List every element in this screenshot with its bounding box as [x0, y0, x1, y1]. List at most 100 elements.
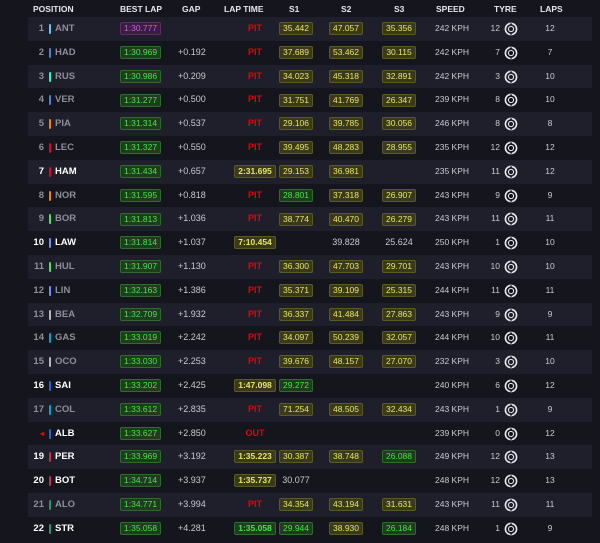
driver-row[interactable]: 9 BOR 1:31.813 +1.036 PIT 38.774 40.470 26.279 2…: [28, 207, 592, 232]
sector-time: 39.785: [329, 117, 363, 131]
team-color-bar: [49, 285, 51, 296]
laps: 7: [547, 46, 553, 57]
tyre-age: 11: [491, 498, 500, 509]
driver-code[interactable]: ALO: [55, 493, 75, 517]
laps: 10: [545, 260, 555, 271]
driver-row[interactable]: 4 VER 1:31.277 +0.500 PIT 31.751 41.769 26.347 2…: [28, 88, 592, 113]
driver-code[interactable]: PER: [55, 445, 75, 469]
driver-row[interactable]: 8 NOR 1:31.595 +0.818 PIT 28.801 37.318 26.907 2…: [28, 183, 592, 208]
col-laps[interactable]: LAPS: [540, 4, 563, 14]
medium-tyre-icon: [504, 450, 518, 464]
driver-code[interactable]: VER: [55, 88, 75, 112]
driver-row[interactable]: 2 HAD 1:30.969 +0.192 PIT 37.689 53.462 30.115 2…: [28, 40, 592, 65]
col-s3[interactable]: S3: [394, 4, 404, 14]
gap: +3.192: [178, 451, 206, 462]
col-s1[interactable]: S1: [289, 4, 299, 14]
driver-row[interactable]: 16 SAI 1:33.202 +2.425 1:47.098 29.272 240 KPH…: [28, 373, 592, 398]
sector-time: 26.184: [382, 521, 416, 535]
col-lap-time[interactable]: LAP TIME: [224, 4, 264, 14]
col-s2[interactable]: S2: [341, 4, 351, 14]
driver-row[interactable]: 21 ALO 1:34.771 +3.994 PIT 34.354 43.194 31.631…: [28, 492, 592, 517]
driver-code[interactable]: OCO: [55, 350, 77, 374]
driver-row[interactable]: 22 STR 1:35.058 +4.281 1:35.058 29.944 38.930 2…: [28, 516, 592, 541]
driver-code[interactable]: HAM: [55, 160, 77, 184]
best-lap: 1:31.907: [120, 260, 162, 274]
driver-row[interactable]: 13 BEA 1:32.709 +1.932 PIT 36.337 41.484 27.863…: [28, 302, 592, 327]
driver-row[interactable]: 3 RUS 1:30.986 +0.209 PIT 34.023 45.318 32.891 2…: [28, 64, 592, 89]
driver-code[interactable]: PIA: [55, 112, 71, 136]
medium-tyre-icon: [504, 522, 518, 536]
driver-code[interactable]: BEA: [55, 303, 75, 327]
position: ◂: [39, 428, 44, 438]
position: 11: [33, 260, 44, 272]
driver-code[interactable]: STR: [55, 517, 74, 541]
driver-code[interactable]: HAD: [55, 41, 76, 65]
best-lap: 1:33.019: [120, 331, 162, 345]
driver-row[interactable]: 17 COL 1:33.612 +2.835 PIT 71.254 48.505 32.434…: [28, 397, 592, 422]
col-best-lap[interactable]: BEST LAP: [120, 4, 162, 14]
medium-tyre-icon: [504, 284, 518, 298]
team-color-bar: [49, 523, 51, 534]
col-position[interactable]: POSITION: [33, 4, 74, 14]
best-lap: 1:33.627: [120, 426, 162, 440]
sector-time: 25.315: [382, 283, 416, 297]
sector-time: 32.891: [382, 69, 416, 83]
driver-row[interactable]: 20 BOT 1:34.714 +3.937 1:35.737 30.077 248 KPH…: [28, 469, 592, 493]
laps: 12: [545, 165, 555, 176]
laps: 12: [545, 427, 555, 438]
sector-time: 29.944: [279, 521, 313, 535]
best-lap: 1:31.277: [120, 93, 162, 107]
driver-code[interactable]: COL: [55, 398, 75, 422]
driver-code[interactable]: LEC: [55, 136, 74, 160]
driver-row[interactable]: 10 LAW 1:31.814 +1.037 7:10.454 39.828 25.624 2…: [28, 231, 592, 255]
speed: 235 KPH: [435, 165, 470, 176]
col-speed[interactable]: SPEED: [436, 4, 465, 14]
gap: +0.657: [178, 165, 206, 176]
driver-row[interactable]: ◂ ALB 1:33.627 +2.850 OUT 239 KPH 0 12: [28, 421, 592, 446]
driver-row[interactable]: 5 PIA 1:31.314 +0.537 PIT 29.106 39.785 30.056 2…: [28, 112, 592, 136]
driver-row[interactable]: 19 PER 1:33.969 +3.192 1:35.223 30.387 38.748 2…: [28, 445, 592, 470]
best-lap: 1:31.813: [120, 212, 162, 226]
laps: 9: [547, 308, 553, 319]
medium-tyre-icon: [504, 308, 518, 322]
driver-code[interactable]: BOT: [55, 469, 75, 493]
sector-time: 32.434: [382, 402, 416, 416]
sector-time: 47.057: [329, 22, 363, 36]
sector-time: 26.907: [382, 188, 416, 202]
col-gap[interactable]: GAP: [182, 4, 200, 14]
driver-code[interactable]: LIN: [55, 279, 70, 303]
driver-row[interactable]: 11 HUL 1:31.907 +1.130 PIT 36.300 47.703 29.701…: [28, 254, 592, 279]
team-color-bar: [49, 357, 51, 368]
driver-code[interactable]: HUL: [55, 255, 75, 279]
driver-row[interactable]: 12 LIN 1:32.163 +1.386 PIT 35.371 39.109 25.315…: [28, 278, 592, 303]
speed: 242 KPH: [435, 70, 470, 81]
driver-code[interactable]: SAI: [55, 374, 71, 398]
driver-row[interactable]: 7 HAM 1:31.434 +0.657 2:31.695 29.153 36.981 23…: [28, 159, 592, 184]
laps: 10: [545, 70, 555, 81]
col-tyre[interactable]: TYRE: [494, 4, 517, 14]
position: 12: [33, 284, 44, 296]
driver-row[interactable]: 6 LEC 1:31.327 +0.550 PIT 39.495 48.283 28.955 2…: [28, 135, 592, 160]
laps: 8: [547, 118, 553, 129]
team-color-bar: [49, 190, 51, 201]
driver-code[interactable]: LAW: [55, 231, 76, 255]
gap: +3.994: [178, 498, 206, 509]
driver-code[interactable]: NOR: [55, 184, 76, 208]
driver-code[interactable]: ANT: [55, 17, 75, 41]
driver-row[interactable]: 14 GAS 1:33.019 +2.242 PIT 34.097 50.239 32.057…: [28, 326, 592, 351]
best-lap: 1:33.969: [120, 450, 162, 464]
sector-time: 36.300: [279, 260, 313, 274]
team-color-bar: [49, 47, 51, 58]
driver-code[interactable]: ALB: [55, 422, 75, 446]
tyre-age: 7: [495, 46, 500, 57]
gap: +1.037: [178, 237, 206, 248]
driver-row[interactable]: 1 ANT 1:30.777 PIT 35.442 47.057 35.356 242 KPH…: [28, 17, 592, 41]
position: 9: [38, 213, 44, 225]
driver-code[interactable]: GAS: [55, 326, 76, 350]
driver-code[interactable]: RUS: [55, 65, 75, 89]
gap: +0.818: [178, 189, 206, 200]
sector-time: 29.701: [382, 260, 416, 274]
driver-code[interactable]: BOR: [55, 207, 76, 231]
driver-row[interactable]: 15 OCO 1:33.030 +2.253 PIT 39.676 48.157 27.070…: [28, 350, 592, 374]
best-lap: 1:30.777: [120, 22, 162, 36]
